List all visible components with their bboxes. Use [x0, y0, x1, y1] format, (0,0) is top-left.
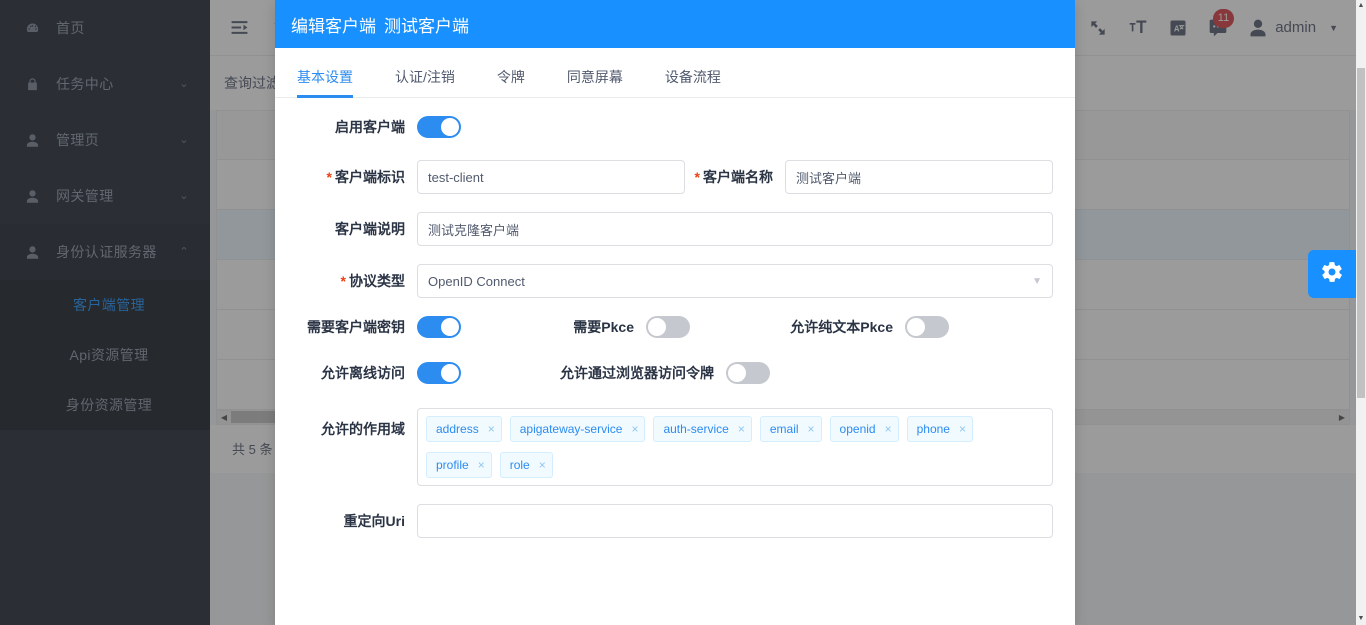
close-icon[interactable]: ×: [738, 422, 745, 436]
edit-client-dialog: 编辑客户端 测试客户端 基本设置 认证/注销 令牌 同意屏幕 设备流程 启用客户…: [275, 0, 1075, 625]
dialog-tabs: 基本设置 认证/注销 令牌 同意屏幕 设备流程: [275, 48, 1075, 98]
tab-device-flow[interactable]: 设备流程: [665, 67, 721, 97]
client-id-input[interactable]: [417, 160, 685, 194]
tab-label: 认证/注销: [395, 69, 455, 85]
scope-tag-label: profile: [436, 458, 469, 472]
field-label: 需要Pkce: [461, 317, 646, 337]
enable-client-toggle[interactable]: [417, 116, 461, 138]
close-icon[interactable]: ×: [959, 422, 966, 436]
tab-label: 同意屏幕: [567, 69, 623, 85]
close-icon[interactable]: ×: [478, 458, 485, 472]
tab-auth-logout[interactable]: 认证/注销: [395, 67, 455, 97]
field-label: 客户端说明: [297, 219, 417, 239]
browser-scrollbar[interactable]: ▲ ▼: [1356, 0, 1366, 625]
dialog-title: 编辑客户端: [291, 12, 376, 37]
allow-offline-access-toggle[interactable]: [417, 362, 461, 384]
browser-scroll-thumb[interactable]: [1357, 68, 1365, 398]
field-label: 需要客户端密钥: [297, 317, 417, 337]
tab-basic-settings[interactable]: 基本设置: [297, 67, 353, 97]
tab-label: 令牌: [497, 69, 525, 85]
require-client-secret-toggle[interactable]: [417, 316, 461, 338]
field-enable-client: 启用客户端: [297, 116, 1053, 138]
field-row-description: 客户端说明: [297, 212, 1053, 246]
required-marker: *: [341, 273, 346, 289]
scope-tag-label: email: [770, 422, 799, 436]
scope-tag[interactable]: address ×: [426, 416, 502, 442]
require-pkce-toggle[interactable]: [646, 316, 690, 338]
scope-tag-label: address: [436, 422, 479, 436]
scope-tag[interactable]: profile ×: [426, 452, 492, 478]
scroll-up-icon[interactable]: ▲: [1356, 0, 1366, 12]
scope-tag-label: phone: [917, 422, 950, 436]
field-label: *客户端标识: [297, 167, 417, 187]
field-row-secret-pkce: 需要客户端密钥 需要Pkce 允许纯文本Pkce: [297, 316, 1053, 338]
field-label: 允许的作用域: [297, 408, 417, 439]
field-label: 允许纯文本Pkce: [690, 317, 905, 337]
field-row-redirect-uri: 重定向Uri: [297, 504, 1053, 538]
field-label: 启用客户端: [297, 117, 417, 137]
gear-icon: [1320, 260, 1344, 289]
allow-browser-token-toggle[interactable]: [726, 362, 770, 384]
scope-tag[interactable]: apigateway-service ×: [510, 416, 646, 442]
close-icon[interactable]: ×: [539, 458, 546, 472]
field-label: *客户端名称: [685, 167, 785, 187]
tab-token[interactable]: 令牌: [497, 67, 525, 97]
field-label: *协议类型: [297, 271, 417, 291]
scope-tag-label: openid: [840, 422, 876, 436]
dialog-header: 编辑客户端 测试客户端: [275, 0, 1075, 48]
scope-tag[interactable]: phone ×: [907, 416, 973, 442]
redirect-uri-input[interactable]: [417, 504, 1053, 538]
tab-consent-screen[interactable]: 同意屏幕: [567, 67, 623, 97]
scope-tag-label: auth-service: [663, 422, 728, 436]
close-icon[interactable]: ×: [885, 422, 892, 436]
client-name-input[interactable]: [785, 160, 1053, 194]
scroll-down-icon[interactable]: ▼: [1356, 613, 1366, 625]
field-label: 允许通过浏览器访问令牌: [461, 363, 726, 383]
field-row-protocol: *协议类型 OpenID Connect ▼: [297, 264, 1053, 298]
scope-tag[interactable]: auth-service ×: [653, 416, 751, 442]
protocol-type-select[interactable]: OpenID Connect ▼: [417, 264, 1053, 298]
client-description-input[interactable]: [417, 212, 1053, 246]
tab-label: 设备流程: [665, 69, 721, 85]
close-icon[interactable]: ×: [631, 422, 638, 436]
chevron-down-icon: ▼: [1032, 276, 1042, 287]
basic-settings-form: 启用客户端 *客户端标识 *客户端名称 客户端说明 *协议类型 OpenID C…: [275, 98, 1075, 538]
scope-tag[interactable]: openid ×: [830, 416, 899, 442]
close-icon[interactable]: ×: [488, 422, 495, 436]
tab-label: 基本设置: [297, 69, 353, 85]
field-row-identity: *客户端标识 *客户端名称: [297, 160, 1053, 194]
scope-tag[interactable]: email ×: [760, 416, 822, 442]
field-label: 允许离线访问: [297, 363, 417, 383]
settings-float-button[interactable]: [1308, 250, 1356, 298]
scope-tag-label: apigateway-service: [520, 422, 623, 436]
field-label: 重定向Uri: [297, 511, 417, 531]
required-marker: *: [695, 169, 700, 185]
dialog-subtitle: 测试客户端: [384, 12, 469, 37]
scope-tag[interactable]: role ×: [500, 452, 553, 478]
close-icon[interactable]: ×: [808, 422, 815, 436]
allowed-scopes-tagbox[interactable]: address × apigateway-service × auth-service ×…: [417, 408, 1053, 486]
scope-tag-label: role: [510, 458, 530, 472]
field-row-offline-browser: 允许离线访问 允许通过浏览器访问令牌: [297, 362, 1053, 384]
field-row-scopes: 允许的作用域 address×apigateway-service×auth-s…: [297, 408, 1053, 486]
protocol-type-value: OpenID Connect: [428, 274, 1032, 289]
app-root: 首页 任务中心 ⌄ 管理页 ⌄ 网关管理 ⌄: [0, 0, 1366, 625]
allow-plain-text-pkce-toggle[interactable]: [905, 316, 949, 338]
required-marker: *: [327, 169, 332, 185]
